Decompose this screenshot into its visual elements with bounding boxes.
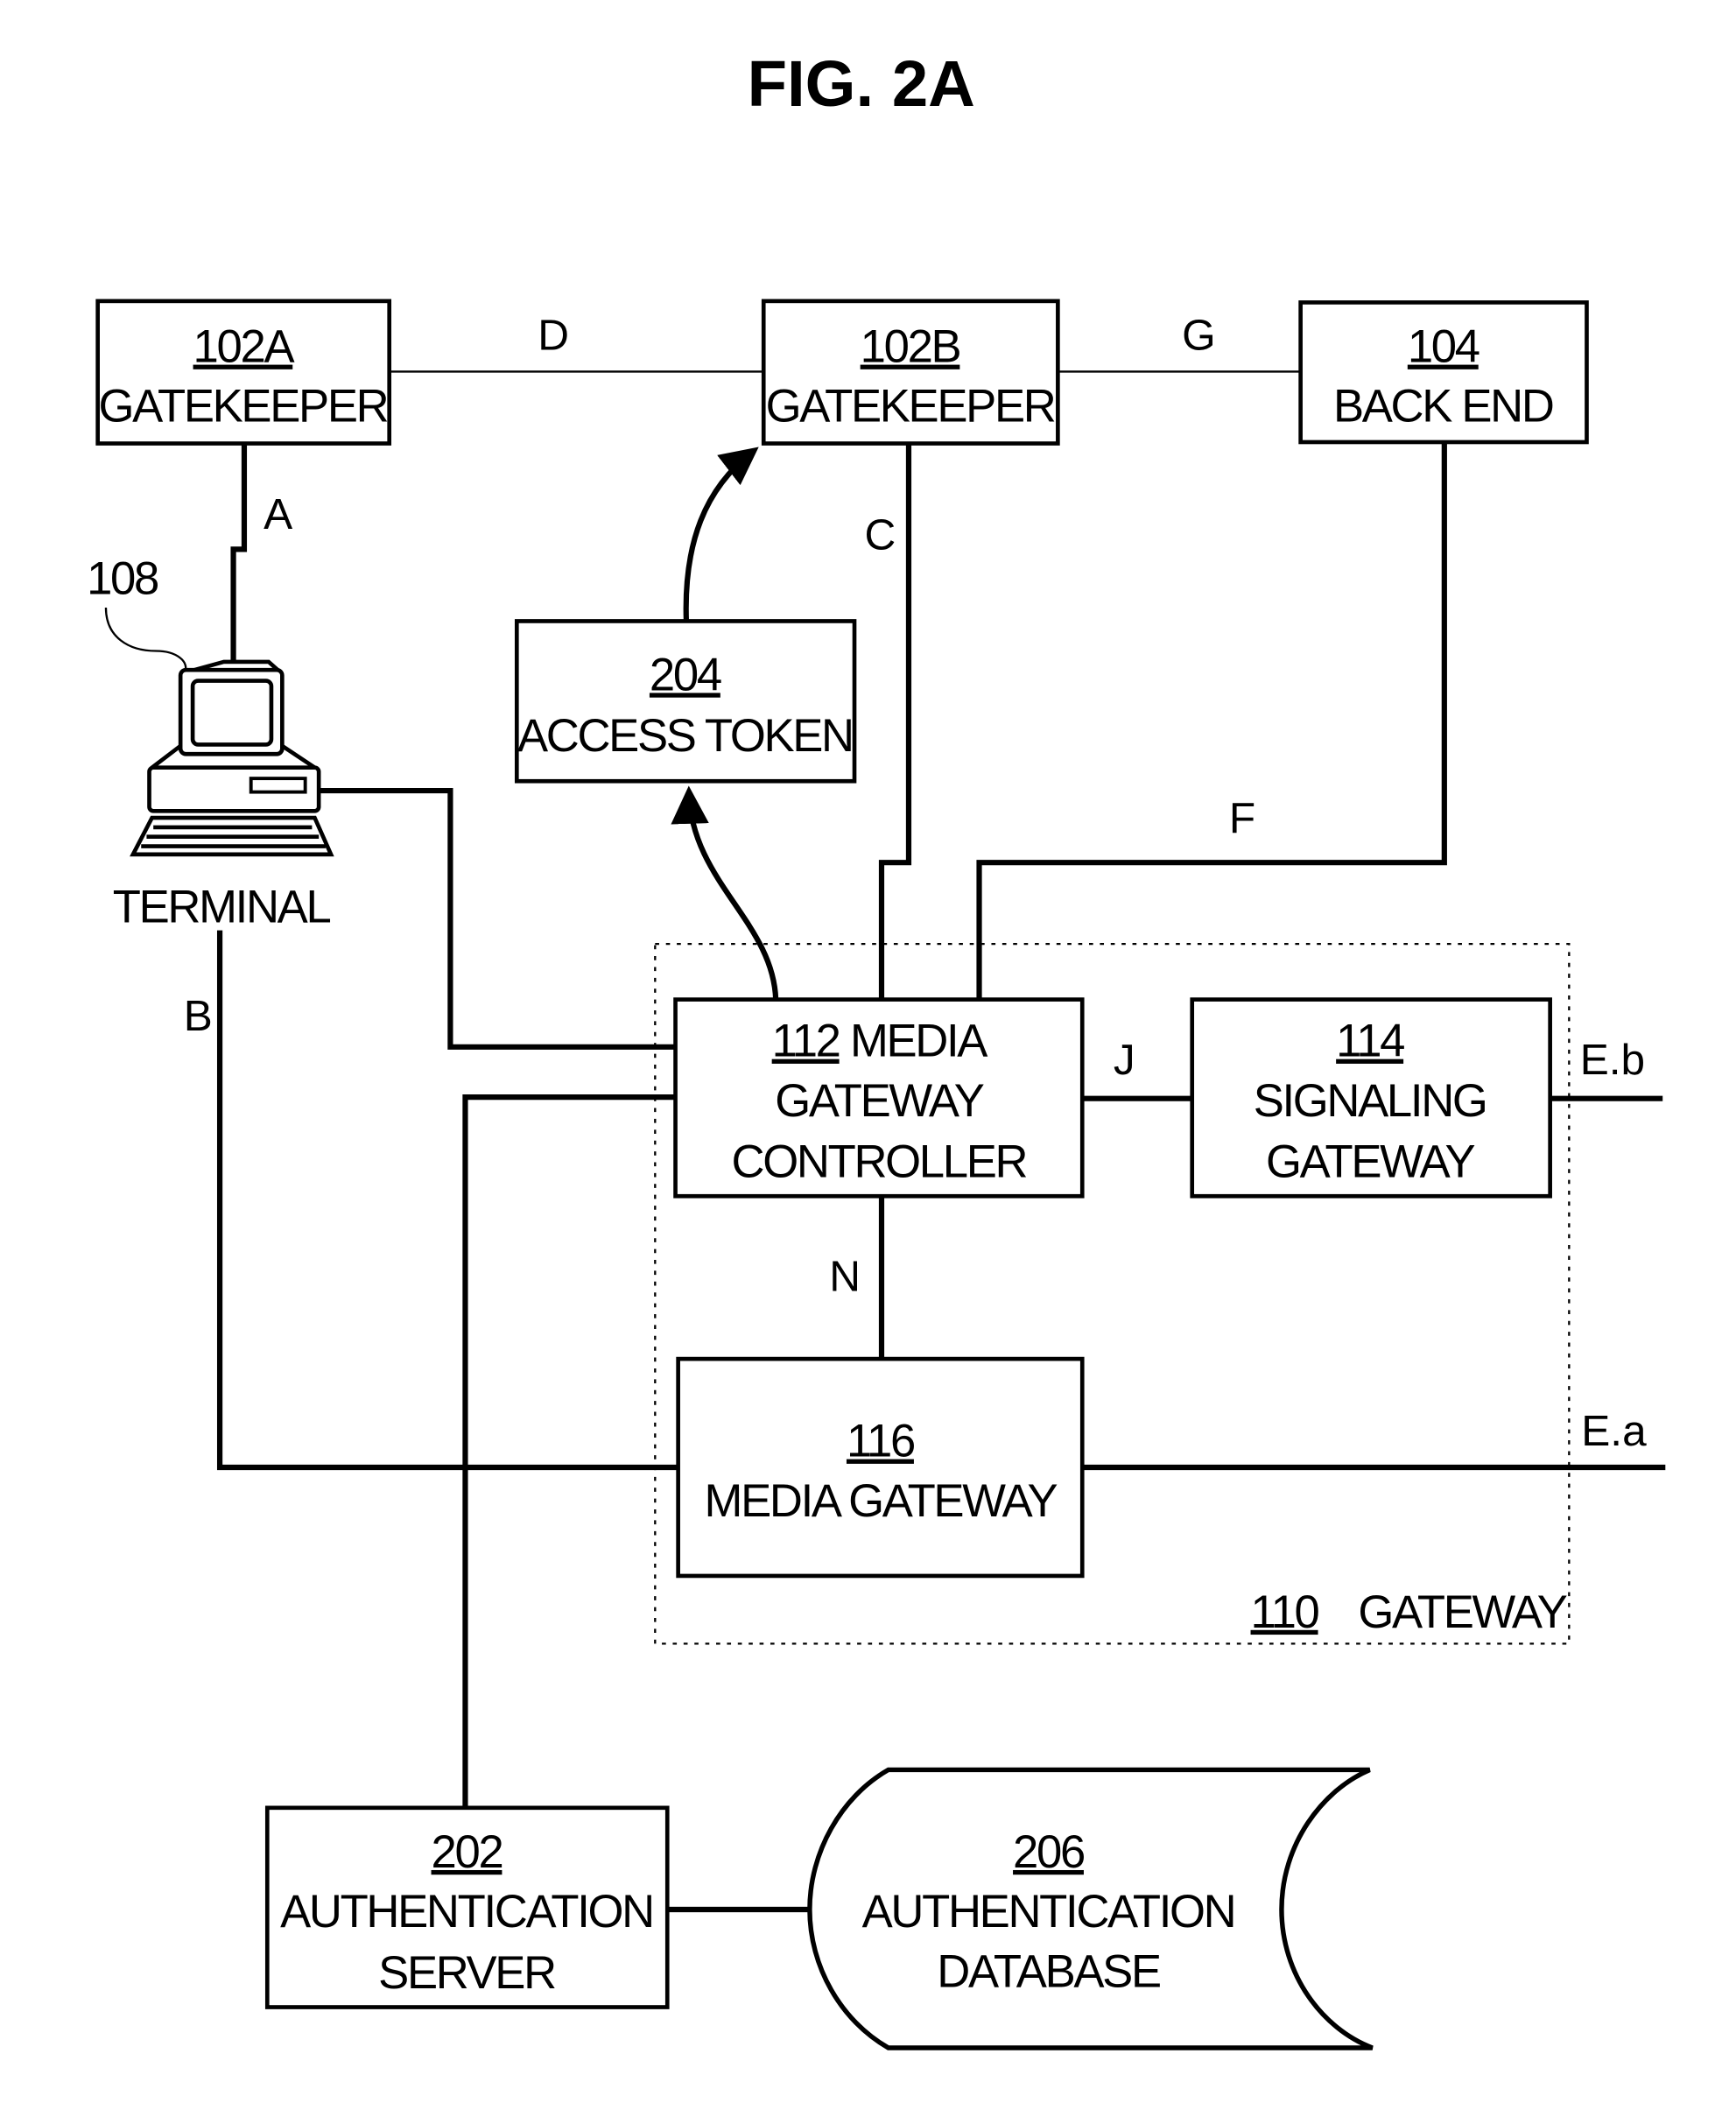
label-d: D xyxy=(538,311,569,360)
node-signaling-gateway-114[interactable]: 114 SIGNALING GATEWAY xyxy=(1190,997,1552,1199)
label-sg-line1: SIGNALING xyxy=(1254,1075,1486,1127)
node-gatekeeper-102a[interactable]: 102A GATEKEEPER xyxy=(95,299,392,446)
label-sg-line2: GATEWAY xyxy=(1266,1136,1474,1188)
leader-line-108 xyxy=(104,607,187,673)
network-diagram: FIG. 2A D G A C F B J E.b N E.a 102A GAT… xyxy=(87,47,1666,2050)
label-a: A xyxy=(264,489,292,538)
label-back-end: BACK END xyxy=(1333,381,1553,433)
label-auth-server-line1: AUTHENTICATION xyxy=(280,1886,653,1938)
ref-102a: 102A xyxy=(193,321,296,373)
ref-112: 112 xyxy=(772,1016,840,1067)
label-b: B xyxy=(184,991,213,1040)
label-access-token: ACCESS TOKEN xyxy=(517,710,853,762)
label-j: J xyxy=(1114,1035,1135,1084)
svg-text:112 MEDIA: 112 MEDIA xyxy=(772,1016,989,1067)
ref-102b: 102B xyxy=(861,321,960,373)
label-mgc-line1: MEDIA xyxy=(850,1016,988,1067)
link-terminal-mgc xyxy=(317,787,676,1050)
link-f xyxy=(976,443,1447,1000)
label-mgc-line3: CONTROLLER xyxy=(732,1136,1027,1188)
arrow-token-to-gatekeeper xyxy=(683,447,759,622)
ref-108: 108 xyxy=(87,552,158,604)
node-gatekeeper-102b[interactable]: 102B GATEKEEPER xyxy=(761,299,1060,446)
label-ea: E.a xyxy=(1581,1406,1647,1455)
label-gatekeeper-b: GATEKEEPER xyxy=(766,381,1055,433)
computer-icon xyxy=(130,659,334,857)
label-c: C xyxy=(865,510,896,559)
label-media-gateway: MEDIA GATEWAY xyxy=(705,1475,1058,1527)
label-auth-server-line2: SERVER xyxy=(378,1947,555,1999)
gateway-110-label: 110 GATEWAY xyxy=(1251,1586,1570,1638)
node-media-gateway-controller-112[interactable]: 112 MEDIA GATEWAY CONTROLLER xyxy=(673,997,1085,1199)
node-auth-database-206[interactable]: 206 AUTHENTICATION DATABASE xyxy=(807,1767,1374,2050)
link-a xyxy=(230,443,248,662)
ref-202: 202 xyxy=(432,1826,503,1878)
ref-114: 114 xyxy=(1336,1016,1404,1067)
node-auth-server-202[interactable]: 202 AUTHENTICATION SERVER xyxy=(264,1805,670,2009)
node-terminal-108[interactable]: 108 TERMINAL xyxy=(87,552,334,932)
label-f: F xyxy=(1229,793,1255,842)
label-mgc-line2: GATEWAY xyxy=(775,1075,983,1127)
label-auth-db-line1: AUTHENTICATION xyxy=(862,1886,1235,1938)
ref-204: 204 xyxy=(650,649,721,700)
label-g: G xyxy=(1182,311,1216,360)
label-n: N xyxy=(829,1252,861,1301)
figure-title: FIG. 2A xyxy=(748,47,975,120)
ref-116: 116 xyxy=(847,1416,914,1467)
node-access-token-204[interactable]: 204 ACCESS TOKEN xyxy=(514,619,857,784)
label-gatekeeper-a: GATEKEEPER xyxy=(98,381,387,433)
node-media-gateway-116[interactable]: 116 MEDIA GATEWAY xyxy=(676,1356,1085,1579)
label-auth-db-line2: DATABASE xyxy=(937,1945,1160,1997)
arrow-mgc-to-token xyxy=(671,785,779,1000)
node-back-end-104[interactable]: 104 BACK END xyxy=(1298,300,1589,445)
ref-206: 206 xyxy=(1013,1826,1084,1878)
ref-104: 104 xyxy=(1408,321,1479,373)
ref-110: 110 xyxy=(1251,1586,1319,1638)
label-gateway: GATEWAY xyxy=(1358,1586,1566,1638)
label-eb: E.b xyxy=(1580,1035,1645,1084)
link-auth-mgc xyxy=(462,1094,676,1808)
label-terminal: TERMINAL xyxy=(113,881,331,932)
